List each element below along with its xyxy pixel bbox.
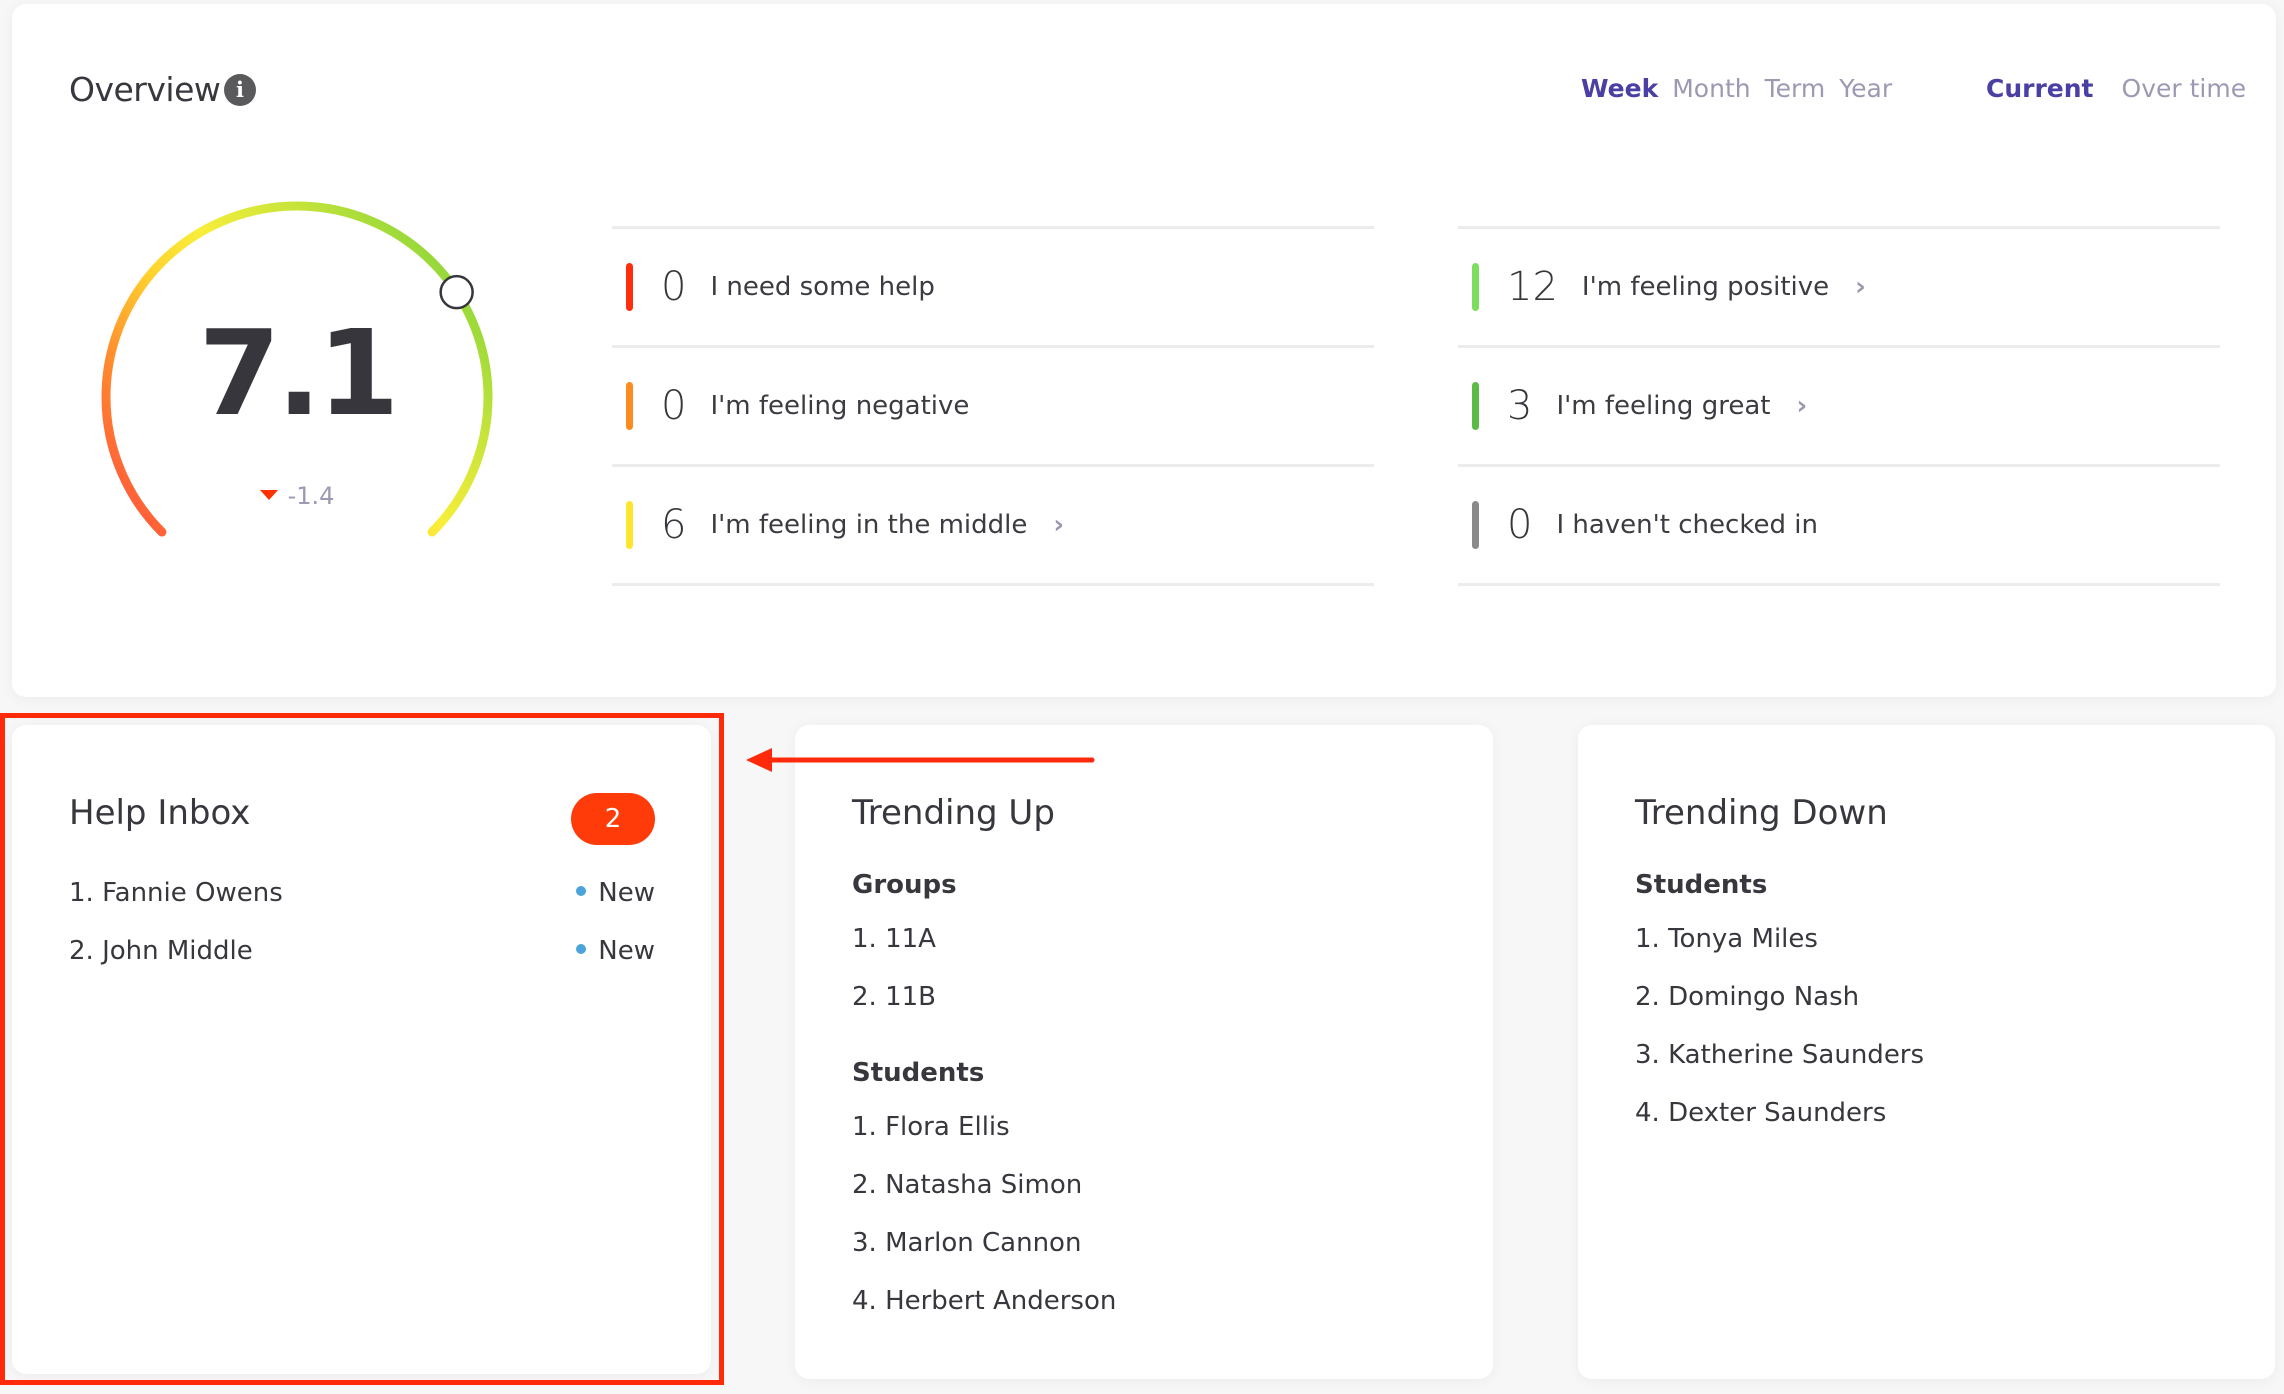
list-item[interactable]: 2. Natasha Simon (852, 1156, 1116, 1214)
new-dot-icon (576, 885, 587, 896)
tab-term[interactable]: Term (1765, 74, 1826, 103)
gauge-knob (439, 274, 474, 310)
trending-down-card: Trending Down Students 1. Tonya Miles 2.… (1578, 725, 2275, 1379)
overview-card: Overview i Week Month Term Year Current … (12, 4, 2276, 697)
chevron-right-icon[interactable]: › (1053, 510, 1064, 540)
mood-count: 12 (1507, 264, 1558, 310)
help-inbox-count-badge: 2 (571, 793, 655, 845)
mood-list-left: 0 I need some help 0 I'm feeling negativ… (612, 226, 1374, 586)
mood-row-need-help: 0 I need some help (612, 229, 1374, 345)
mood-row-not-checked-in: 0 I haven't checked in (1458, 467, 2220, 583)
student-name[interactable]: 2. John Middle (69, 936, 253, 966)
status-badge: New (576, 922, 655, 980)
status-text: New (598, 878, 655, 908)
mood-list-right: 12 I'm feeling positive › 3 I'm feeling … (1458, 226, 2220, 586)
list-item[interactable]: 2. 11B (852, 968, 1116, 1026)
tab-year[interactable]: Year (1839, 74, 1892, 103)
view-tabs: Current Over time (1986, 74, 2274, 103)
mood-label: I need some help (710, 272, 935, 302)
mood-row-positive[interactable]: 12 I'm feeling positive › (1458, 229, 2220, 345)
list-item[interactable]: 3. Katherine Saunders (1635, 1026, 1924, 1084)
mood-label[interactable]: I'm feeling great (1556, 391, 1770, 421)
status-badge: New (576, 864, 655, 922)
mood-color-bar (1472, 382, 1479, 430)
tab-over-time[interactable]: Over time (2122, 74, 2247, 103)
list-item[interactable]: 1. Tonya Miles (1635, 910, 1924, 968)
help-inbox-card: Help Inbox 2 1. Fannie Owens New 2. John… (12, 725, 711, 1374)
list-item[interactable]: 3. Marlon Cannon (852, 1214, 1116, 1272)
status-text: New (598, 936, 655, 966)
mood-count: 3 (1507, 383, 1533, 429)
divider (612, 583, 1374, 586)
gauge-score: 7.1 (198, 304, 399, 442)
help-inbox-list: 1. Fannie Owens New 2. John Middle New (69, 864, 655, 980)
list-item[interactable]: 1. Flora Ellis (852, 1098, 1116, 1156)
tab-month[interactable]: Month (1672, 74, 1750, 103)
mood-count: 0 (1507, 502, 1533, 548)
mood-color-bar (626, 263, 633, 311)
mood-count: 0 (661, 264, 687, 310)
mood-label: I haven't checked in (1556, 510, 1818, 540)
mood-count: 6 (661, 502, 687, 548)
mood-row-great[interactable]: 3 I'm feeling great › (1458, 348, 2220, 464)
tab-current[interactable]: Current (1986, 74, 2094, 103)
gauge-delta: -1.4 (147, 482, 447, 510)
list-item[interactable]: 1. Fannie Owens New (69, 864, 655, 922)
mood-color-bar (1472, 501, 1479, 549)
list-item[interactable]: 4. Dexter Saunders (1635, 1084, 1924, 1142)
students-heading: Students (1635, 870, 1768, 900)
tab-week[interactable]: Week (1581, 74, 1658, 103)
trending-up-list: Groups 1. 11A 2. 11B Students 1. Flora E… (852, 860, 1116, 1330)
help-inbox-title: Help Inbox (69, 793, 251, 833)
students-heading: Students (852, 1058, 985, 1088)
mood-label: I'm feeling negative (710, 391, 970, 421)
list-item[interactable]: 2. Domingo Nash (1635, 968, 1924, 1026)
divider (1458, 583, 2220, 586)
period-tabs: Week Month Term Year (1581, 74, 1906, 103)
gauge-delta-value: -1.4 (287, 482, 335, 510)
mood-row-negative: 0 I'm feeling negative (612, 348, 1374, 464)
groups-heading: Groups (852, 870, 957, 900)
chevron-right-icon[interactable]: › (1796, 391, 1807, 421)
list-item[interactable]: 4. Herbert Anderson (852, 1272, 1116, 1330)
mood-label[interactable]: I'm feeling in the middle (710, 510, 1027, 540)
mood-color-bar (626, 501, 633, 549)
annotation-arrow-icon (746, 748, 1095, 772)
trending-up-title: Trending Up (852, 793, 1055, 833)
mood-color-bar (626, 382, 633, 430)
student-name[interactable]: 1. Fannie Owens (69, 878, 283, 908)
trend-down-icon (259, 490, 278, 500)
trending-down-title: Trending Down (1635, 793, 1888, 833)
mood-label[interactable]: I'm feeling positive (1582, 272, 1829, 302)
list-item[interactable]: 2. John Middle New (69, 922, 655, 980)
chevron-right-icon[interactable]: › (1855, 272, 1866, 302)
trending-down-list: Students 1. Tonya Miles 2. Domingo Nash … (1635, 860, 1924, 1142)
list-item[interactable]: 1. 11A (852, 910, 1116, 968)
mood-row-middle[interactable]: 6 I'm feeling in the middle › (612, 467, 1374, 583)
trending-up-card: Trending Up Groups 1. 11A 2. 11B Student… (795, 725, 1493, 1379)
mood-color-bar (1472, 263, 1479, 311)
new-dot-icon (576, 943, 587, 954)
mood-count: 0 (661, 383, 687, 429)
